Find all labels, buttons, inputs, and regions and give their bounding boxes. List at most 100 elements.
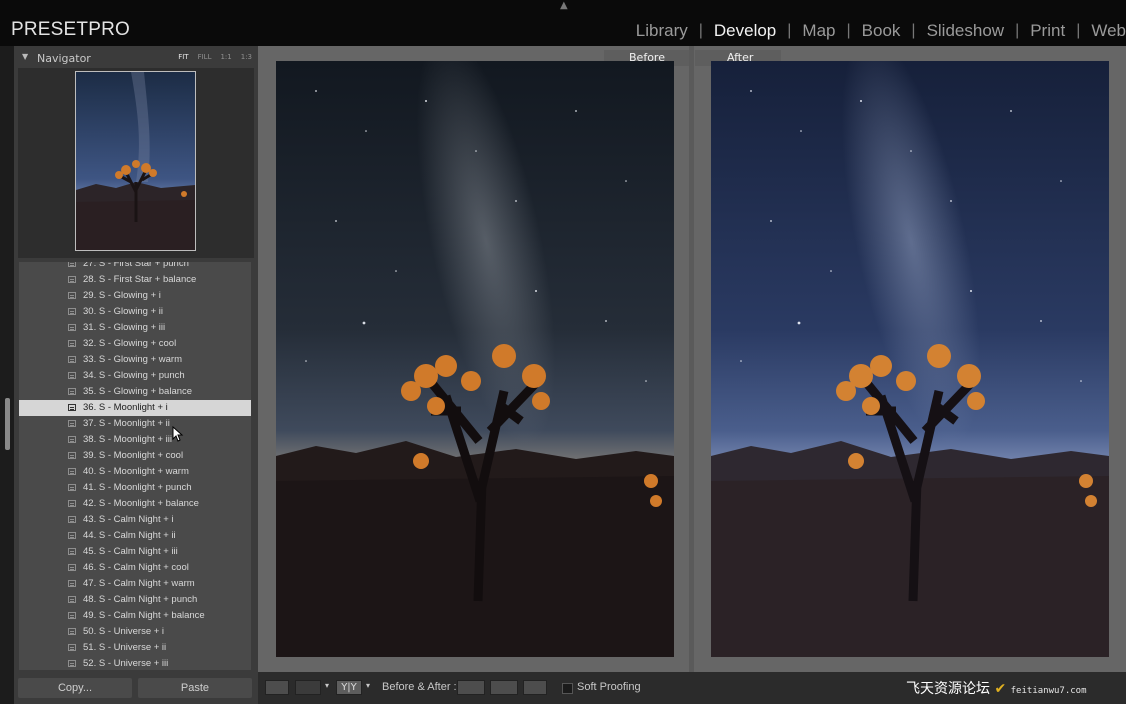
preset-label: 32. S - Glowing + cool xyxy=(83,338,177,349)
navigator-header[interactable]: ▼ Navigator FIT FILL 1:1 1:3 xyxy=(14,50,258,68)
copy-before-to-after-button[interactable] xyxy=(457,680,485,695)
preset-list-item[interactable]: 34. S - Glowing + punch xyxy=(19,368,251,384)
preset-list-item[interactable]: 43. S - Calm Night + i xyxy=(19,512,251,528)
preset-icon xyxy=(68,612,76,619)
preset-label: 31. S - Glowing + iii xyxy=(83,322,166,333)
preset-list-item[interactable]: 51. S - Universe + ii xyxy=(19,640,251,656)
zoom-1-1[interactable]: 1:1 xyxy=(220,53,231,61)
preset-icon xyxy=(68,388,76,395)
before-image[interactable] xyxy=(276,61,674,657)
preset-icon xyxy=(68,660,76,667)
zoom-fill[interactable]: FILL xyxy=(198,53,212,61)
preset-list-item[interactable]: 48. S - Calm Night + punch xyxy=(19,592,251,608)
preset-label: 44. S - Calm Night + ii xyxy=(83,530,176,541)
preset-label: 40. S - Moonlight + warm xyxy=(83,466,189,477)
preset-list: 27. S - First Star + punch 28. S - First … xyxy=(19,262,251,670)
before-after-mode-button[interactable]: Y|Y xyxy=(336,680,362,695)
copy-settings-button[interactable]: Copy... xyxy=(18,678,132,698)
preset-label: 35. S - Glowing + balance xyxy=(83,386,193,397)
preset-label: 52. S - Universe + iii xyxy=(83,658,169,669)
preset-label: 39. S - Moonlight + cool xyxy=(83,450,184,461)
preset-label: 33. S - Glowing + warm xyxy=(83,354,182,365)
left-panel: ▼ Navigator FIT FILL 1:1 1:3 27. S - Fir… xyxy=(14,46,258,704)
preset-list-item[interactable]: 37. S - Moonlight + ii xyxy=(19,416,251,432)
preset-list-item[interactable]: 40. S - Moonlight + warm xyxy=(19,464,251,480)
before-after-view: Before After xyxy=(258,46,1126,672)
before-after-label: Before & After : xyxy=(382,681,457,693)
collapse-top-panel-icon[interactable]: ▲ xyxy=(560,0,568,11)
preset-list-item[interactable]: 39. S - Moonlight + cool xyxy=(19,448,251,464)
preset-list-item[interactable]: 46. S - Calm Night + cool xyxy=(19,560,251,576)
module-develop[interactable]: Develop xyxy=(712,21,778,41)
preset-icon xyxy=(68,436,76,443)
preset-icon xyxy=(68,276,76,283)
preset-icon xyxy=(68,516,76,523)
preset-label: 34. S - Glowing + punch xyxy=(83,370,185,381)
watermark-logo-icon: ✔ xyxy=(994,681,1007,697)
paste-settings-button[interactable]: Paste xyxy=(138,678,252,698)
preset-label: 27. S - First Star + punch xyxy=(83,262,189,269)
copy-after-to-before-button[interactable] xyxy=(490,680,518,695)
preset-list-item[interactable]: 28. S - First Star + balance xyxy=(19,272,251,288)
module-separator: | xyxy=(787,22,792,39)
preset-label: 42. S - Moonlight + balance xyxy=(83,498,199,509)
compare-menu-arrow-icon[interactable]: ▾ xyxy=(325,681,329,690)
preset-list-item[interactable]: 41. S - Moonlight + punch xyxy=(19,480,251,496)
preset-icon xyxy=(68,372,76,379)
preset-list-item[interactable]: 27. S - First Star + punch xyxy=(19,262,251,272)
left-panel-edge xyxy=(0,46,14,704)
module-print[interactable]: Print xyxy=(1028,21,1067,41)
module-web[interactable]: Web xyxy=(1089,21,1126,41)
module-library[interactable]: Library xyxy=(634,21,690,41)
preset-list-item[interactable]: 44. S - Calm Night + ii xyxy=(19,528,251,544)
preset-label: 37. S - Moonlight + ii xyxy=(83,418,170,429)
preset-list-item[interactable]: 36. S - Moonlight + i xyxy=(19,400,251,416)
after-image[interactable] xyxy=(711,61,1109,657)
preset-list-item[interactable]: 49. S - Calm Night + balance xyxy=(19,608,251,624)
zoom-fit[interactable]: FIT xyxy=(178,53,188,61)
collapse-triangle-icon[interactable]: ▼ xyxy=(22,52,28,61)
compare-view-button[interactable] xyxy=(295,680,321,695)
preset-list-item[interactable]: 33. S - Glowing + warm xyxy=(19,352,251,368)
loupe-view-button[interactable] xyxy=(265,680,289,695)
module-separator: | xyxy=(698,22,703,39)
preset-icon xyxy=(68,356,76,363)
module-bar: ▲ PRESETPRO Library | Develop | Map | Bo… xyxy=(0,0,1126,46)
watermark-text: 飞天资源论坛 xyxy=(906,681,990,697)
preset-label: 47. S - Calm Night + warm xyxy=(83,578,195,589)
soft-proofing-checkbox[interactable] xyxy=(562,683,573,694)
preset-list-item[interactable]: 52. S - Universe + iii xyxy=(19,656,251,670)
mode-menu-arrow-icon[interactable]: ▾ xyxy=(366,681,370,690)
preset-icon xyxy=(68,452,76,459)
preset-icon xyxy=(68,420,76,427)
preset-label: 51. S - Universe + ii xyxy=(83,642,167,653)
preset-list-item[interactable]: 50. S - Universe + i xyxy=(19,624,251,640)
navigator-thumbnail[interactable] xyxy=(75,71,196,251)
preset-label: 38. S - Moonlight + iii xyxy=(83,434,172,445)
zoom-1-3[interactable]: 1:3 xyxy=(241,53,252,61)
preset-icon xyxy=(68,484,76,491)
module-separator: | xyxy=(1015,22,1020,39)
watermark-url: feitianwu7.com xyxy=(1010,686,1087,696)
preset-list-item[interactable]: 38. S - Moonlight + iii xyxy=(19,432,251,448)
preset-list-item[interactable]: 35. S - Glowing + balance xyxy=(19,384,251,400)
preset-list-item[interactable]: 31. S - Glowing + iii xyxy=(19,320,251,336)
preset-label: 30. S - Glowing + ii xyxy=(83,306,163,317)
preset-list-item[interactable]: 30. S - Glowing + ii xyxy=(19,304,251,320)
module-map[interactable]: Map xyxy=(800,21,837,41)
navigator-title: Navigator xyxy=(37,52,91,65)
mouse-cursor-icon xyxy=(172,426,184,442)
preset-list-item[interactable]: 32. S - Glowing + cool xyxy=(19,336,251,352)
preset-label: 45. S - Calm Night + iii xyxy=(83,546,178,557)
swap-before-after-button[interactable] xyxy=(523,680,547,695)
navigator-preview-area[interactable] xyxy=(18,68,254,258)
preset-list-item[interactable]: 42. S - Moonlight + balance xyxy=(19,496,251,512)
preset-list-item[interactable]: 45. S - Calm Night + iii xyxy=(19,544,251,560)
preset-icon xyxy=(68,324,76,331)
develop-toolbar: ▾ Y|Y ▾ Before & After : Soft Proofing 飞… xyxy=(258,672,1126,704)
preset-list-item[interactable]: 29. S - Glowing + i xyxy=(19,288,251,304)
module-slideshow[interactable]: Slideshow xyxy=(925,21,1007,41)
preset-list-item[interactable]: 47. S - Calm Night + warm xyxy=(19,576,251,592)
module-book[interactable]: Book xyxy=(860,21,903,41)
panel-scrollbar[interactable] xyxy=(5,398,10,450)
